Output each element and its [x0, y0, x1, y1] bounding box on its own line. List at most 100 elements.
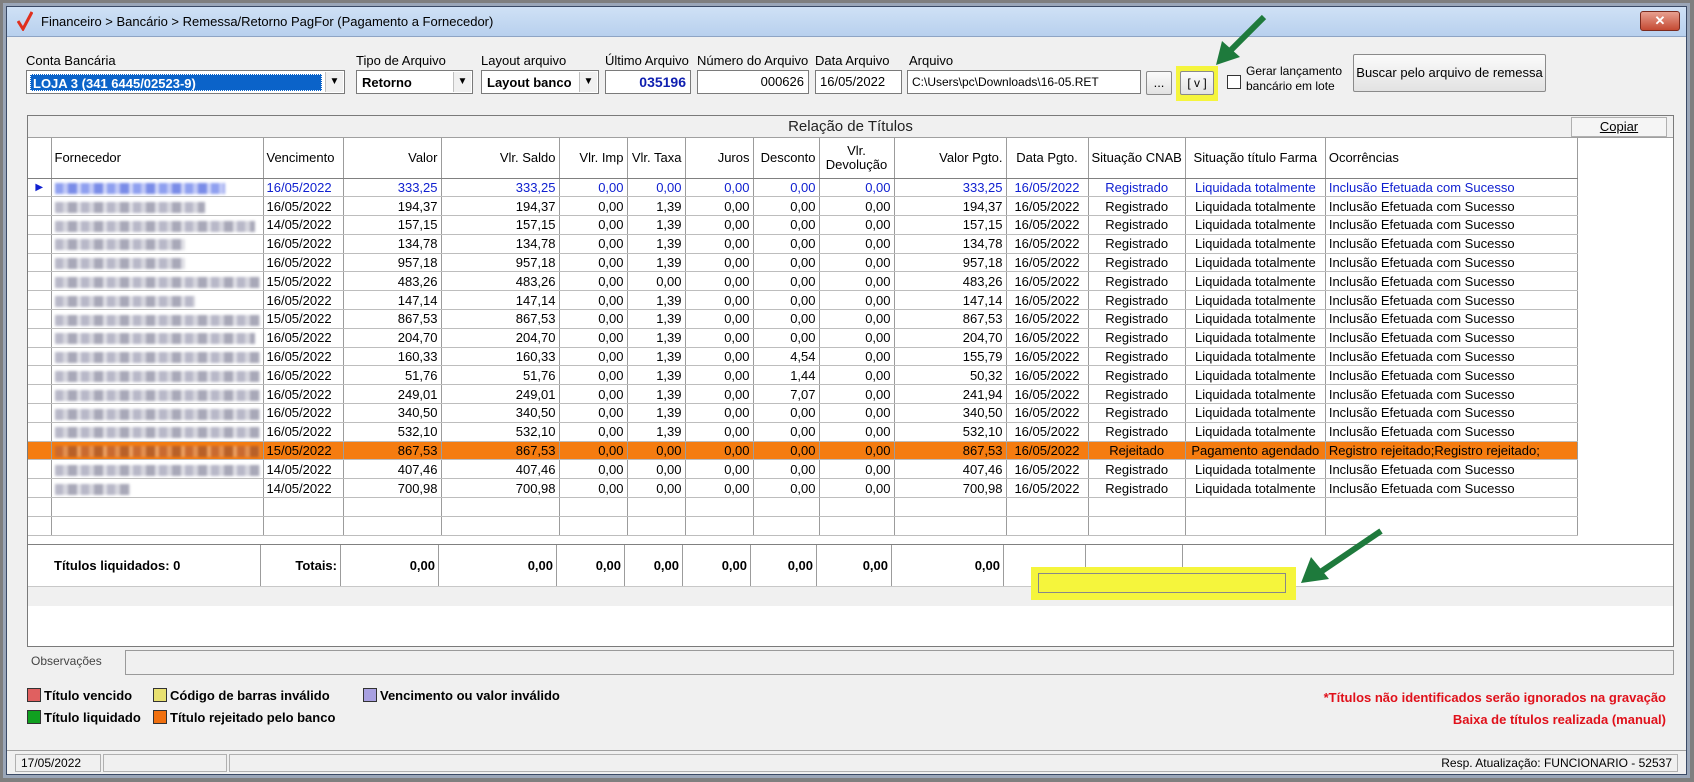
- table-row[interactable]: 15/05/2022 867,53 867,53 0,00 1,39 0,00 0,00 0,…: [28, 309, 1578, 329]
- gerar-lancamento-checkbox[interactable]: [1227, 75, 1241, 89]
- cell-vencimento: 16/05/2022: [263, 403, 344, 423]
- table-row[interactable]: 16/05/2022 160,33 160,33 0,00 1,39 0,00 4,54 0,…: [28, 347, 1578, 367]
- row-indicator[interactable]: [28, 271, 52, 292]
- col-valor-pgto[interactable]: Valor Pgto.: [894, 138, 1007, 179]
- cell-valor: 160,33: [343, 347, 442, 367]
- row-indicator[interactable]: [28, 290, 52, 311]
- cell-fornecedor: [51, 234, 264, 254]
- row-indicator[interactable]: [28, 365, 52, 386]
- row-indicator[interactable]: [28, 196, 52, 217]
- redacted-name: [54, 276, 260, 288]
- cell-juros: 0,00: [685, 422, 754, 442]
- conta-bancaria-select[interactable]: LOJA 3 (341 6445/02523-9) ▼: [26, 70, 345, 94]
- cell-imp: 0,00: [559, 384, 628, 405]
- cell-taxa: 1,39: [627, 215, 686, 235]
- cell-situacao-farma: Liquidada totalmente: [1185, 422, 1326, 442]
- chevron-down-icon[interactable]: ▼: [579, 72, 597, 92]
- numero-arquivo-field[interactable]: 000626: [697, 70, 809, 94]
- cell-vencimento: 16/05/2022: [263, 422, 344, 442]
- cell-imp: 0,00: [559, 215, 628, 235]
- col-situacao-cnab[interactable]: Situação CNAB: [1088, 138, 1186, 179]
- row-indicator[interactable]: [28, 478, 52, 499]
- notice-baixa-manual: Baixa de títulos realizada (manual): [1452, 712, 1666, 727]
- table-row[interactable]: 15/05/2022 867,53 867,53 0,00 0,00 0,00 0,00 0,…: [28, 441, 1578, 461]
- row-indicator[interactable]: [28, 328, 52, 348]
- col-data-pgto[interactable]: Data Pgto.: [1006, 138, 1089, 179]
- row-indicator[interactable]: [28, 253, 52, 273]
- row-indicator[interactable]: [28, 384, 52, 405]
- table-row[interactable]: 16/05/2022 249,01 249,01 0,00 1,39 0,00 7,07 0,…: [28, 384, 1578, 405]
- cell-valor-pgto: 532,10: [894, 422, 1007, 442]
- browse-button[interactable]: ...: [1146, 71, 1172, 95]
- row-indicator[interactable]: [28, 309, 52, 329]
- col-fornecedor[interactable]: Fornecedor: [51, 138, 264, 179]
- row-indicator[interactable]: [28, 441, 52, 461]
- cell-valor-pgto: 50,32: [894, 365, 1007, 386]
- tipo-arquivo-select[interactable]: Retorno ▼: [356, 70, 473, 94]
- close-button[interactable]: ✕: [1640, 11, 1680, 31]
- empty-cell: [753, 516, 820, 536]
- redacted-name: [54, 483, 130, 495]
- table-row[interactable]: 16/05/2022 957,18 957,18 0,00 1,39 0,00 0,00 0,…: [28, 253, 1578, 273]
- col-vlr-imp[interactable]: Vlr. Imp: [559, 138, 628, 179]
- col-valor[interactable]: Valor: [343, 138, 442, 179]
- buscar-remessa-button[interactable]: Buscar pelo arquivo de remessa: [1353, 54, 1546, 92]
- table-row[interactable]: ▶ 16/05/2022 333,25 333,25 0,00 0,00 0,00 0,00 0…: [28, 178, 1578, 198]
- table-row[interactable]: 16/05/2022 532,10 532,10 0,00 1,39 0,00 0,00 0,…: [28, 422, 1578, 442]
- table-row[interactable]: 16/05/2022 340,50 340,50 0,00 1,39 0,00 0,00 0,…: [28, 403, 1578, 423]
- copiar-button[interactable]: Copiar: [1571, 117, 1667, 137]
- empty-cell: [559, 497, 628, 517]
- cell-ocorrencias: Inclusão Efetuada com Sucesso: [1325, 271, 1578, 292]
- col-situacao-farma[interactable]: Situação título Farma: [1185, 138, 1326, 179]
- row-indicator[interactable]: ▶: [28, 178, 52, 198]
- table-row[interactable]: 16/05/2022 204,70 204,70 0,00 1,39 0,00 0,00 0,…: [28, 328, 1578, 348]
- table-row[interactable]: 16/05/2022 147,14 147,14 0,00 1,39 0,00 0,00 0,…: [28, 290, 1578, 311]
- col-vlr-taxa[interactable]: Vlr. Taxa: [627, 138, 686, 179]
- table-row[interactable]: 15/05/2022 483,26 483,26 0,00 0,00 0,00 0,00 0,…: [28, 271, 1578, 292]
- cell-fornecedor: [51, 253, 264, 273]
- table-row[interactable]: 16/05/2022 134,78 134,78 0,00 1,39 0,00 0,00 0,…: [28, 234, 1578, 254]
- row-indicator[interactable]: [28, 215, 52, 235]
- col-juros[interactable]: Juros: [685, 138, 754, 179]
- chevron-down-icon[interactable]: ▼: [453, 72, 471, 92]
- legend-rejeitado-label: Título rejeitado pelo banco: [170, 710, 336, 725]
- cell-situacao-farma: Liquidada totalmente: [1185, 253, 1326, 273]
- cell-saldo: 867,53: [441, 309, 560, 329]
- data-arquivo-field[interactable]: 16/05/2022: [815, 70, 902, 94]
- table-row[interactable]: 14/05/2022 700,98 700,98 0,00 0,00 0,00 0,00 0,…: [28, 478, 1578, 499]
- table-row[interactable]: 16/05/2022 51,76 51,76 0,00 1,39 0,00 1,44 0,00…: [28, 365, 1578, 386]
- layout-arquivo-select[interactable]: Layout banco ▼: [481, 70, 599, 94]
- green-arrow-icon: [1216, 14, 1267, 65]
- observacoes-field[interactable]: [125, 650, 1674, 675]
- col-vlr-saldo[interactable]: Vlr. Saldo: [441, 138, 560, 179]
- col-vencimento[interactable]: Vencimento: [263, 138, 344, 179]
- cell-vencimento: 14/05/2022: [263, 478, 344, 499]
- cell-valor-pgto: 957,18: [894, 253, 1007, 273]
- col-vlr-devolucao[interactable]: Vlr. Devolução: [819, 138, 895, 179]
- horizontal-scrollbar[interactable]: [28, 586, 1673, 606]
- chevron-down-icon[interactable]: ▼: [325, 72, 343, 92]
- row-indicator[interactable]: [28, 459, 52, 480]
- cell-desconto: 0,00: [753, 441, 820, 461]
- col-ocorrencias[interactable]: Ocorrências: [1325, 138, 1578, 179]
- cell-vencimento: 15/05/2022: [263, 271, 344, 292]
- validate-button[interactable]: [ v ]: [1180, 71, 1214, 95]
- table-row[interactable]: 14/05/2022 407,46 407,46 0,00 0,00 0,00 0,00 0,…: [28, 459, 1578, 480]
- empty-cell: [343, 516, 442, 536]
- cell-valor: 194,37: [343, 196, 442, 217]
- row-indicator[interactable]: [28, 403, 52, 423]
- cell-valor-pgto: 241,94: [894, 384, 1007, 405]
- cell-situacao-farma: Liquidada totalmente: [1185, 347, 1326, 367]
- titulos-table: Fornecedor Vencimento Valor Vlr. Saldo V…: [28, 138, 1578, 536]
- cell-imp: 0,00: [559, 365, 628, 386]
- cell-data-pgto: 16/05/2022: [1006, 178, 1089, 198]
- empty-cell: [343, 497, 442, 517]
- col-desconto[interactable]: Desconto: [753, 138, 820, 179]
- row-indicator[interactable]: [28, 347, 52, 367]
- cell-situacao-cnab: Registrado: [1088, 365, 1186, 386]
- arquivo-path-field[interactable]: C:\Users\pc\Downloads\16-05.RET: [907, 70, 1141, 94]
- row-indicator[interactable]: [28, 234, 52, 254]
- row-indicator[interactable]: [28, 422, 52, 442]
- table-row[interactable]: 16/05/2022 194,37 194,37 0,00 1,39 0,00 0,00 0,…: [28, 196, 1578, 217]
- table-row[interactable]: 14/05/2022 157,15 157,15 0,00 1,39 0,00 0,00 0,…: [28, 215, 1578, 235]
